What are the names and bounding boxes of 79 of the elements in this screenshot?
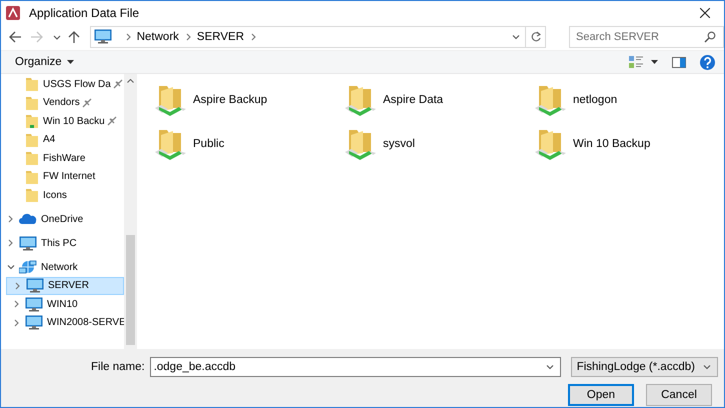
computer-icon: [19, 236, 37, 251]
tree-item[interactable]: SERVER: [6, 276, 124, 295]
help-button[interactable]: [700, 52, 715, 72]
sidebar-item[interactable]: FW Internet: [1, 168, 124, 186]
help-icon: [700, 54, 715, 70]
expanded-chevron-icon[interactable]: [7, 263, 15, 272]
shared-folder-icon: [533, 127, 567, 161]
computer-icon: [26, 278, 44, 294]
network-folder-icon: [25, 113, 39, 130]
app-icon: [5, 4, 21, 20]
refresh-button[interactable]: [526, 26, 546, 48]
folder-icon: [25, 94, 39, 111]
cancel-button[interactable]: Cancel: [646, 384, 712, 406]
caret-icon: [66, 60, 74, 64]
tree-item[interactable]: WIN2008-SERVE: [6, 314, 124, 332]
network-icon: [19, 260, 37, 275]
sidebar-item[interactable]: A4: [1, 130, 124, 149]
shared-folder-icon: [153, 83, 187, 117]
open-button[interactable]: Open: [568, 384, 634, 406]
caret-icon: [512, 33, 521, 41]
folder-item[interactable]: Aspire Data: [343, 80, 533, 120]
chevron-icon[interactable]: [7, 215, 15, 224]
tree-item[interactable]: OneDrive: [1, 210, 124, 228]
chevron-icon[interactable]: [13, 300, 21, 308]
sidebar-item[interactable]: FishWare: [1, 149, 124, 168]
chevron-icon[interactable]: [13, 318, 21, 327]
pane-icon: [672, 56, 686, 68]
forward-arrow-icon: [30, 30, 44, 44]
up-arrow-icon: [66, 30, 81, 44]
sidebar-item[interactable]: USGS Flow Da: [1, 75, 124, 94]
scrollbar[interactable]: [124, 74, 137, 349]
refresh-icon: [530, 31, 542, 43]
folder-item[interactable]: netlogon: [533, 80, 723, 120]
view-icon: [629, 56, 643, 68]
breadcrumb[interactable]: Network: [136, 31, 179, 43]
tree-item[interactable]: Network: [1, 258, 124, 276]
chevron-icon: [184, 33, 191, 41]
chevron-icon: [250, 33, 256, 41]
computer-icon: [25, 296, 43, 312]
folder-icon: [25, 132, 39, 148]
computer-icon: [94, 29, 114, 45]
tree-item[interactable]: This PC: [1, 234, 124, 252]
caret-icon[interactable]: [546, 363, 555, 371]
folder-item[interactable]: Aspire Backup: [153, 80, 343, 120]
tree-item[interactable]: WIN10: [6, 295, 124, 314]
folder-icon: [25, 76, 39, 92]
search-field[interactable]: Search SERVER: [568, 26, 724, 48]
chevron-icon: [124, 33, 131, 41]
folder-icon: [25, 168, 39, 185]
folder-item[interactable]: sysvol: [343, 124, 533, 164]
file-type-dropdown[interactable]: FishingLodge (*.accdb): [570, 357, 718, 377]
scroll-up-icon[interactable]: [127, 79, 134, 83]
folder-icon: [25, 150, 39, 166]
sidebar-item[interactable]: Icons: [1, 186, 124, 204]
folder-item[interactable]: Public: [153, 124, 343, 164]
back-arrow-icon: [8, 30, 22, 44]
caret-icon: [702, 363, 712, 371]
breadcrumb[interactable]: SERVER: [196, 31, 244, 43]
cloud-icon: [19, 213, 37, 226]
folder-item[interactable]: Win 10 Backup: [533, 124, 723, 164]
window-title: Application Data File: [29, 6, 140, 20]
caret-icon: [651, 60, 658, 64]
shared-folder-icon: [533, 83, 567, 117]
close-icon: [700, 8, 710, 18]
file-name-field[interactable]: .odge_be.accdb: [150, 357, 561, 377]
file-name-label: File name:: [91, 361, 145, 373]
search-icon: [704, 31, 716, 43]
chevron-icon[interactable]: [7, 239, 15, 248]
shared-folder-icon: [343, 83, 377, 117]
chevron-icon[interactable]: [14, 282, 22, 290]
shared-folder-icon: [343, 127, 377, 161]
address-bar[interactable]: Network SERVER: [90, 26, 526, 48]
folder-icon: [25, 187, 39, 204]
sidebar-item[interactable]: Win 10 Backu: [1, 112, 124, 130]
scrollbar-thumb[interactable]: [126, 235, 135, 345]
computer-icon: [25, 315, 43, 330]
sidebar-item[interactable]: Vendors: [1, 94, 124, 112]
shared-folder-icon: [153, 127, 187, 161]
organize-button[interactable]: Organize: [15, 52, 74, 72]
